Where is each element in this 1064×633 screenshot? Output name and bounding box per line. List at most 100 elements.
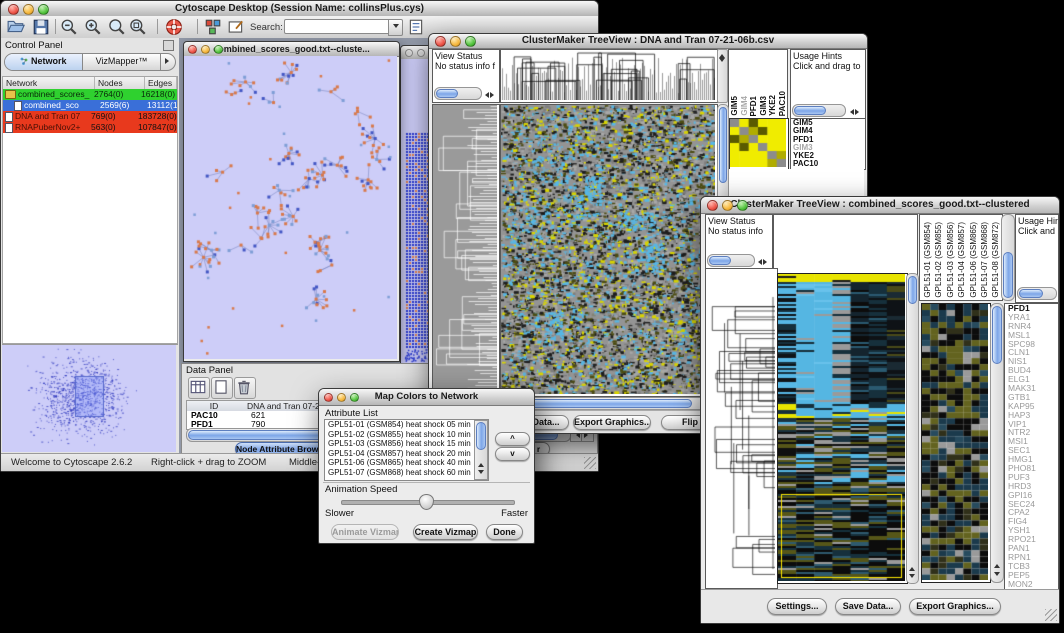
network-table-row[interactable]: DNA and Tran 07769(0)183728(0) bbox=[3, 111, 177, 122]
animate-vizmap-button[interactable]: Animate Vizmap bbox=[331, 524, 399, 540]
tv2-heatmap[interactable] bbox=[777, 273, 908, 584]
network1-canvas[interactable] bbox=[184, 56, 397, 359]
doc-icon bbox=[5, 123, 13, 133]
column-label: GPL51-01 (GSM854) bbox=[923, 222, 932, 298]
attribute-list-label: Attribute List bbox=[325, 408, 378, 419]
treeview1-titlebar[interactable]: ClusterMaker TreeView : DNA and Tran 07-… bbox=[429, 34, 867, 49]
zoom-in-icon[interactable] bbox=[84, 18, 102, 36]
annotation-icon[interactable] bbox=[227, 18, 245, 36]
zoom-button[interactable] bbox=[214, 45, 223, 54]
usage-hints-scrollbar[interactable] bbox=[1017, 287, 1057, 300]
main-titlebar[interactable]: Cytoscape Desktop (Session Name: collins… bbox=[1, 1, 598, 17]
create-vizmap-button[interactable]: Create Vizmap bbox=[413, 524, 478, 540]
attribute-item[interactable]: GPL51-02 (GSM855) heat shock 10 min bbox=[325, 430, 476, 440]
tab-network[interactable]: Network bbox=[5, 54, 83, 70]
tv1-row-dendrogram[interactable] bbox=[432, 104, 500, 397]
tv1-view-status-panel: View Status No status info f bbox=[432, 49, 500, 103]
folder-icon bbox=[5, 90, 16, 99]
scroll-left-arrow[interactable] bbox=[846, 106, 854, 117]
save-data-button[interactable]: Save Data... bbox=[835, 598, 901, 615]
scroll-left-arrow[interactable] bbox=[754, 256, 762, 267]
minimize-button[interactable] bbox=[201, 45, 210, 54]
export-graphics-button[interactable]: Export Graphics... bbox=[909, 598, 1001, 615]
tv2-collabel-scrollbar[interactable] bbox=[1001, 214, 1015, 301]
zoom-out-icon[interactable] bbox=[60, 18, 78, 36]
close-button[interactable] bbox=[324, 393, 333, 402]
network-table-row[interactable]: RNAPuberNov2+563(0)107847(0) bbox=[3, 122, 177, 133]
search-input[interactable] bbox=[284, 19, 390, 34]
close-button[interactable] bbox=[8, 4, 19, 15]
tv2-zoom-heatmap[interactable] bbox=[921, 303, 991, 583]
column-label: GPL51-04 (GSM857) bbox=[957, 222, 966, 298]
tv1-collabel-scrollbar[interactable] bbox=[717, 49, 728, 103]
minimize-button[interactable] bbox=[23, 4, 34, 15]
slider-thumb[interactable] bbox=[419, 494, 434, 510]
attribute-item[interactable]: GPL51-07 (GSM868) heat shock 60 min bbox=[325, 468, 476, 478]
zoom-button[interactable] bbox=[350, 393, 359, 402]
minimize-button[interactable] bbox=[337, 393, 346, 402]
zoom-fit-icon[interactable] bbox=[108, 18, 126, 36]
treeview2-titlebar[interactable]: ClusterMaker TreeView : combined_scores_… bbox=[701, 197, 1059, 214]
tab-vizmapper[interactable]: VizMapper™ bbox=[83, 54, 160, 70]
float-panel-icon[interactable] bbox=[163, 40, 174, 51]
new-attribute-icon[interactable] bbox=[211, 377, 233, 399]
resize-grip[interactable] bbox=[584, 457, 596, 469]
attribute-select-icon[interactable] bbox=[188, 377, 210, 399]
tv1-column-dendrogram[interactable] bbox=[500, 49, 718, 103]
tv2-gene-scrollbar[interactable] bbox=[990, 303, 1004, 583]
move-down-button[interactable]: v bbox=[495, 447, 530, 461]
zoom-button[interactable] bbox=[465, 36, 476, 47]
minimize-button[interactable] bbox=[722, 200, 733, 211]
tv2-button-bar: Settings... Save Data... Export Graphics… bbox=[701, 589, 1059, 623]
attribute-item[interactable]: GPL51-06 (GSM865) heat shock 40 min bbox=[325, 458, 476, 468]
save-session-icon[interactable] bbox=[32, 18, 50, 36]
animation-speed-label: Animation Speed bbox=[325, 484, 397, 495]
export-graphics-button[interactable]: Export Graphics... bbox=[573, 415, 651, 430]
search-dropdown-button[interactable] bbox=[388, 19, 403, 36]
attribute-item[interactable]: GPL51-04 (GSM857) heat shock 20 min bbox=[325, 449, 476, 459]
tv2-row-dendrogram[interactable] bbox=[705, 268, 778, 589]
tv2-heatmap-vscrollbar[interactable] bbox=[906, 273, 919, 584]
resize-grip[interactable] bbox=[1045, 609, 1057, 621]
close-button[interactable] bbox=[188, 45, 197, 54]
usage-hints-scrollbar[interactable] bbox=[792, 104, 846, 117]
close-button[interactable] bbox=[435, 36, 446, 47]
window-controls[interactable] bbox=[8, 4, 49, 15]
scroll-right-arrow[interactable] bbox=[854, 106, 862, 117]
scroll-right-arrow[interactable] bbox=[762, 256, 770, 267]
tab-overflow-arrow[interactable] bbox=[160, 54, 175, 70]
done-button[interactable]: Done bbox=[486, 524, 523, 540]
vizmapper-icon[interactable] bbox=[204, 18, 222, 36]
settings-button[interactable]: Settings... bbox=[767, 598, 827, 615]
birdseye-view[interactable] bbox=[2, 344, 178, 454]
minimize-button[interactable] bbox=[450, 36, 461, 47]
attribute-list-scrollbar[interactable] bbox=[474, 420, 488, 480]
attribute-item[interactable]: GPL51-01 (GSM854) heat shock 05 min bbox=[325, 420, 476, 430]
zoom-selected-icon[interactable] bbox=[129, 18, 147, 36]
close-button[interactable] bbox=[707, 200, 718, 211]
tv1-heatmap[interactable] bbox=[500, 104, 718, 397]
network1-titlebar[interactable]: combined_scores_good.txt--cluste... bbox=[184, 42, 399, 57]
dialog-titlebar[interactable]: Map Colors to Network bbox=[319, 389, 534, 406]
view-status-scrollbar[interactable] bbox=[707, 254, 755, 267]
zoom-button[interactable] bbox=[38, 4, 49, 15]
help-lifering-icon[interactable] bbox=[165, 18, 183, 36]
delete-attribute-trash-icon[interactable] bbox=[234, 377, 256, 399]
control-panel-title: Control Panel bbox=[5, 40, 63, 51]
tv1-zoom-heatmap[interactable] bbox=[729, 118, 789, 170]
column-label: GIM4 bbox=[740, 96, 749, 116]
view-status-scrollbar[interactable] bbox=[434, 87, 482, 100]
zoom-button[interactable] bbox=[737, 200, 748, 211]
scroll-left-arrow[interactable] bbox=[481, 89, 489, 100]
network-table-row[interactable]: combined_sco2569(6)13112(15) bbox=[3, 100, 177, 111]
attribute-list-items[interactable]: GPL51-01 (GSM854) heat shock 05 minGPL51… bbox=[325, 420, 476, 480]
network-table-row[interactable]: combined_scores_2764(0)16218(0) bbox=[3, 89, 177, 100]
report-icon[interactable] bbox=[407, 18, 425, 36]
minimize-button[interactable] bbox=[417, 49, 425, 57]
open-file-icon[interactable] bbox=[7, 18, 25, 36]
attribute-list[interactable]: GPL51-01 (GSM854) heat shock 05 minGPL51… bbox=[324, 419, 489, 481]
attribute-item[interactable]: GPL51-03 (GSM856) heat shock 15 min bbox=[325, 439, 476, 449]
scroll-right-arrow[interactable] bbox=[489, 89, 497, 100]
move-up-button[interactable]: ^ bbox=[495, 432, 530, 446]
close-button[interactable] bbox=[405, 49, 413, 57]
